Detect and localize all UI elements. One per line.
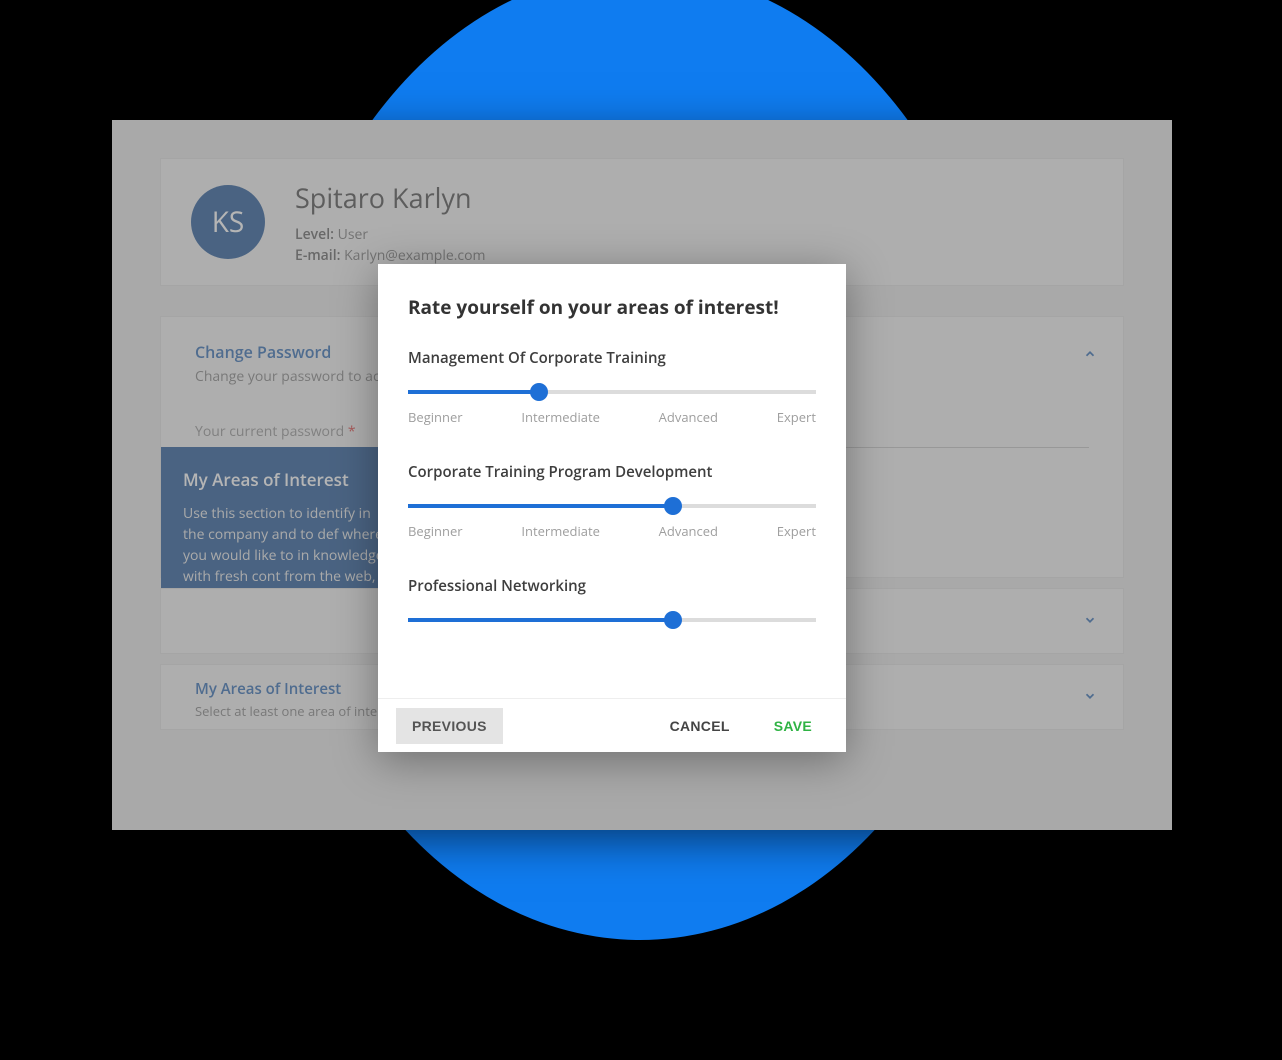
rating-slider[interactable] xyxy=(408,618,816,622)
slider-knob[interactable] xyxy=(664,497,682,515)
slider-tick-label: Expert xyxy=(777,408,816,426)
previous-button[interactable]: PREVIOUS xyxy=(396,708,503,744)
slider-knob[interactable] xyxy=(664,611,682,629)
rating-label: Corporate Training Program Development xyxy=(408,462,816,482)
user-level-label: Level: xyxy=(295,225,334,244)
save-button[interactable]: SAVE xyxy=(758,708,828,744)
rate-yourself-modal: Rate yourself on your areas of interest!… xyxy=(378,264,846,752)
slider-tick-label: Advanced xyxy=(659,522,718,540)
rating-item: Management Of Corporate Training Beginner… xyxy=(408,348,816,426)
user-email-label: E-mail: xyxy=(295,246,340,265)
chevron-up-icon[interactable] xyxy=(1081,345,1099,363)
rating-item: Professional Networking xyxy=(408,576,816,622)
user-email: E-mail: Karlyn@example.com xyxy=(295,245,486,266)
slider-fill xyxy=(408,390,539,394)
modal-title: Rate yourself on your areas of interest! xyxy=(408,294,816,320)
modal-body: Rate yourself on your areas of interest!… xyxy=(378,264,846,698)
user-email-value: Karlyn@example.com xyxy=(344,246,485,265)
slider-tick-label: Intermediate xyxy=(521,522,600,540)
tooltip-title: My Areas of Interest xyxy=(183,467,385,493)
slider-tick-label: Intermediate xyxy=(521,408,600,426)
slider-fill xyxy=(408,618,673,622)
rating-label: Management Of Corporate Training xyxy=(408,348,816,368)
cancel-button[interactable]: CANCEL xyxy=(654,708,746,744)
rating-label: Professional Networking xyxy=(408,576,816,596)
slider-ticks: Beginner Intermediate Advanced Expert xyxy=(408,522,816,540)
chevron-down-icon[interactable] xyxy=(1081,687,1099,705)
user-name: Spitaro Karlyn xyxy=(295,179,486,216)
avatar: KS xyxy=(191,185,265,259)
slider-tick-label: Advanced xyxy=(659,408,718,426)
slider-tick-label: Expert xyxy=(777,522,816,540)
slider-tick-label: Beginner xyxy=(408,408,463,426)
rating-slider[interactable] xyxy=(408,504,816,508)
slider-ticks: Beginner Intermediate Advanced Expert xyxy=(408,408,816,426)
rating-item: Corporate Training Program Development Be… xyxy=(408,462,816,540)
user-level: Level: User xyxy=(295,224,486,245)
user-level-value: User xyxy=(338,225,368,244)
current-password-label: Your current password xyxy=(195,422,344,441)
slider-tick-label: Beginner xyxy=(408,522,463,540)
chevron-down-icon[interactable] xyxy=(1081,611,1099,629)
rating-slider[interactable] xyxy=(408,390,816,394)
required-asterisk: * xyxy=(348,422,356,441)
modal-footer: PREVIOUS CANCEL SAVE xyxy=(378,698,846,752)
slider-knob[interactable] xyxy=(530,383,548,401)
slider-fill xyxy=(408,504,673,508)
